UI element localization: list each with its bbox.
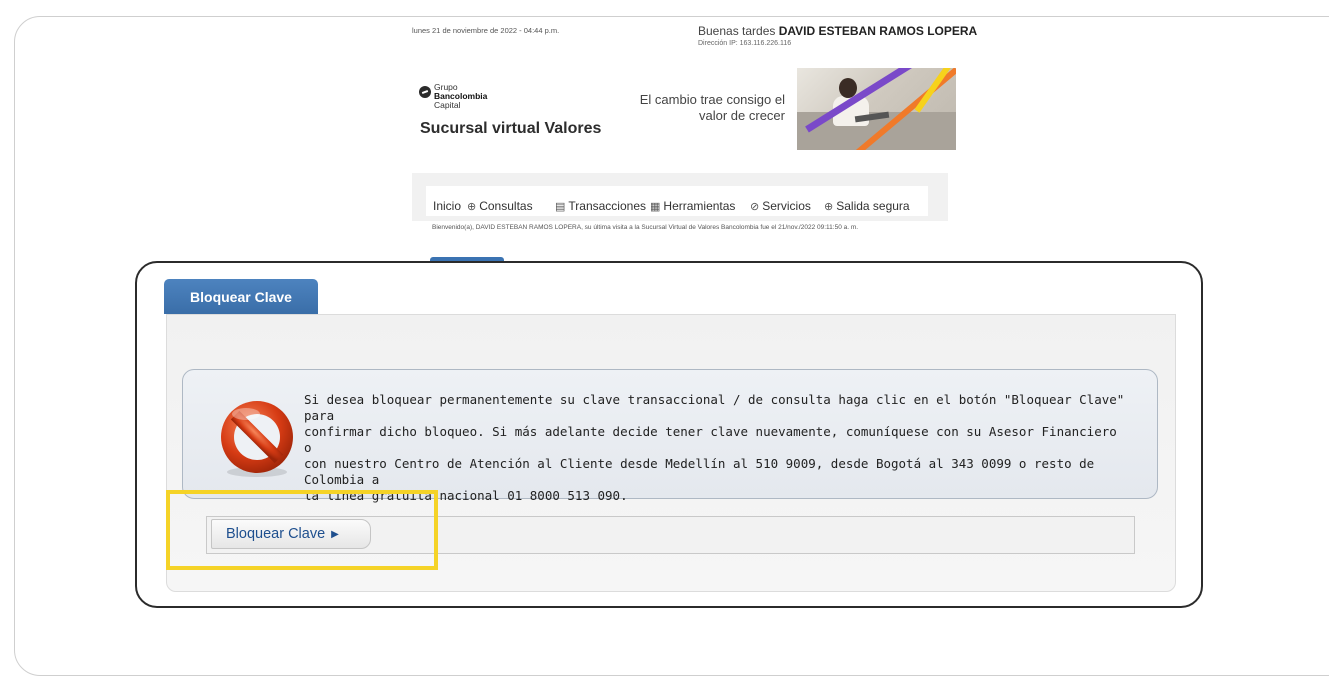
user-name: DAVID ESTEBAN RAMOS LOPERA [778, 24, 978, 38]
slogan-line-2: valor de crecer [699, 108, 785, 123]
nav-item-servicios[interactable]: ⊘ Servicios [750, 199, 811, 213]
nav-label: Transacciones [568, 199, 646, 213]
transactions-icon: ▤ [555, 200, 566, 213]
bancolombia-logo-icon [419, 86, 431, 98]
greeting: Buenas tardes DAVID ESTEBAN RAMOS LOPERA [698, 24, 977, 38]
highlight-box [166, 490, 438, 570]
nav-label: Servicios [762, 199, 811, 213]
logo-text-capital: Capital [434, 100, 461, 110]
lock-icon: ⊕ [824, 200, 834, 213]
tab-bloquear-clave[interactable]: Bloquear Clave [164, 279, 318, 314]
nav-label: Inicio [433, 199, 462, 213]
nav-item-inicio[interactable]: Inicio [433, 199, 461, 213]
nav-label: Herramientas [663, 199, 736, 213]
current-date: lunes 21 de noviembre de 2022 - 04:44 p.… [412, 26, 560, 35]
nav-item-salida-segura[interactable]: ⊕ Salida segura [824, 199, 910, 213]
message-line: Si desea bloquear permanentemente su cla… [304, 392, 1125, 423]
banner-image [797, 68, 956, 150]
branch-title: Sucursal virtual Valores [420, 120, 602, 137]
message-line: con nuestro Centro de Atención al Client… [304, 456, 1095, 487]
slogan-line-1: El cambio trae consigo el [639, 92, 785, 107]
calculator-icon: ▦ [650, 200, 661, 213]
check-circle-icon: ⊘ [750, 200, 760, 213]
nav-item-herramientas[interactable]: ▦ Herramientas [650, 199, 735, 213]
nav-item-transacciones[interactable]: ▤ Transacciones [555, 199, 646, 213]
block-key-instructions: Si desea bloquear permanentemente su cla… [304, 392, 1130, 504]
prohibited-icon [221, 401, 293, 477]
message-line: confirmar dicho bloqueo. Si más adelante… [304, 424, 1117, 455]
ip-address: Dirección IP: 163.116.226.116 [698, 40, 792, 47]
nav-item-consultas[interactable]: ⊕ Consultas [467, 199, 533, 213]
search-icon: ⊕ [467, 200, 477, 213]
nav-label: Salida segura [836, 199, 910, 213]
greeting-prefix: Buenas tardes [698, 24, 776, 38]
nav-label: Consultas [479, 199, 533, 213]
welcome-message: Bienvenido(a), DAVID ESTEBAN RAMOS LOPER… [432, 224, 859, 231]
slogan: El cambio trae consigo el valor de crece… [580, 92, 785, 124]
